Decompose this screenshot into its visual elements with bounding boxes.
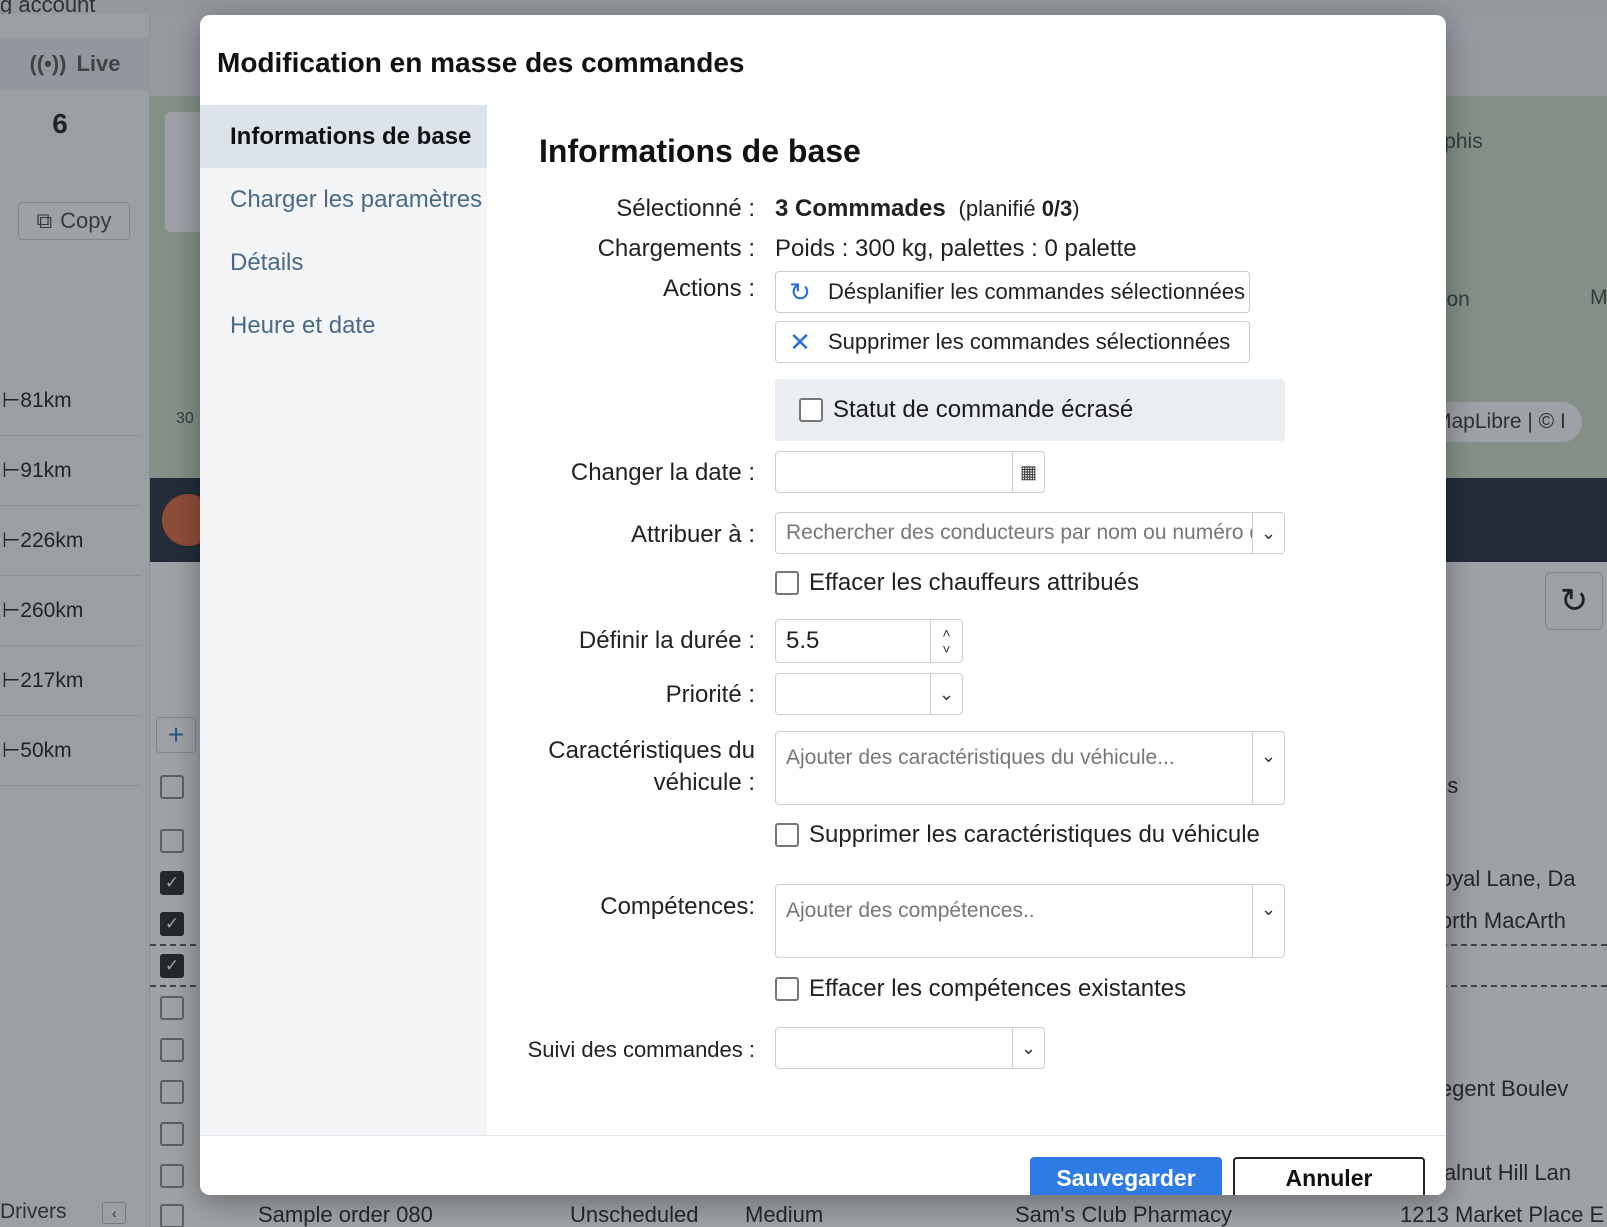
skills-select[interactable]: Ajouter des compétences.. ⌄: [775, 884, 1285, 958]
overwrite-status-label: Statut de commande écrasé: [833, 396, 1134, 423]
skills-label: Compétences:: [600, 893, 755, 920]
clear-skills-checkbox[interactable]: [775, 977, 799, 1001]
order-tracking-label: Suivi des commandes :: [527, 1037, 755, 1062]
chevron-down-icon[interactable]: ⌄: [930, 674, 962, 714]
clear-skills-row: Effacer les compétences existantes: [775, 975, 1186, 1003]
order-tracking-select[interactable]: ⌄: [775, 1027, 1045, 1069]
date-input[interactable]: [776, 452, 1012, 492]
calendar-icon[interactable]: ▦: [1012, 452, 1044, 492]
modal-sidebar-nav: Informations de base Charger les paramèt…: [200, 105, 487, 1135]
date-field[interactable]: ▦: [775, 451, 1045, 493]
nav-item-basic-info[interactable]: Informations de base: [200, 105, 487, 168]
modal-content: Informations de base Sélectionné : 3 Com…: [487, 105, 1446, 1135]
clear-drivers-row: Effacer les chauffeurs attribués: [775, 569, 1139, 597]
duration-label: Définir la durée :: [578, 627, 755, 654]
selected-count: 3 Commmades: [775, 195, 946, 222]
selected-value: 3 Commmades (planifié 0/3): [775, 195, 1080, 222]
clear-skills-label: Effacer les compétences existantes: [809, 975, 1187, 1002]
duration-stepper[interactable]: 5.5 ˄ ˅: [775, 619, 963, 663]
selected-label: Sélectionné :: [616, 195, 755, 222]
chevron-down-icon[interactable]: ⌄: [1252, 885, 1284, 957]
assign-to-label: Attribuer à :: [630, 521, 755, 548]
order-tracking-value[interactable]: [776, 1028, 1012, 1068]
modal-title: Modification en masse des commandes: [217, 47, 745, 78]
unplan-orders-label: Désplanifier les commandes sélectionnées: [828, 279, 1245, 304]
modal-footer: Sauvegarder Annuler: [200, 1135, 1446, 1195]
nav-item-time-date[interactable]: Heure et date: [200, 294, 487, 357]
cancel-button[interactable]: Annuler: [1233, 1157, 1425, 1195]
skills-placeholder[interactable]: Ajouter des compétences..: [776, 885, 1252, 957]
unplan-orders-button[interactable]: ↻ Désplanifier les commandes sélectionné…: [775, 271, 1250, 313]
clear-drivers-label: Effacer les chauffeurs attribués: [809, 569, 1139, 596]
priority-label: Priorité :: [665, 681, 755, 708]
remove-vehicle-features-label: Supprimer les caractéristiques du véhicu…: [809, 821, 1260, 848]
bulk-edit-modal: Modification en masse des commandes Info…: [200, 15, 1446, 1195]
remove-vehicle-features-checkbox[interactable]: [775, 823, 799, 847]
close-icon: ✕: [789, 326, 811, 357]
overwrite-status-checkbox[interactable]: [799, 398, 823, 422]
overwrite-status-box: Statut de commande écrasé: [775, 379, 1285, 441]
duration-input[interactable]: 5.5: [776, 620, 930, 662]
stepper-arrows-icon[interactable]: ˄ ˅: [930, 620, 962, 662]
priority-select[interactable]: ⌄: [775, 673, 963, 715]
planned-count: 0/3: [1041, 196, 1073, 221]
chevron-down-icon[interactable]: ⌄: [1252, 732, 1284, 804]
nav-item-load-settings[interactable]: Charger les paramètres: [200, 168, 487, 231]
loads-value: Poids : 300 kg, palettes : 0 palette: [775, 235, 1137, 262]
vehicle-features-label: Caractéristiques du véhicule :: [548, 737, 755, 796]
priority-value[interactable]: [776, 674, 930, 714]
chevron-down-icon[interactable]: ⌄: [1252, 513, 1284, 553]
change-date-label: Changer la date :: [570, 459, 755, 486]
chevron-down-icon[interactable]: ⌄: [1012, 1028, 1044, 1068]
remove-vehicle-features-row: Supprimer les caractéristiques du véhicu…: [775, 821, 1260, 849]
vehicle-features-placeholder[interactable]: Ajouter des caractéristiques du véhicule…: [776, 732, 1252, 804]
driver-search-placeholder[interactable]: Rechercher des conducteurs par nom ou nu…: [776, 513, 1252, 553]
nav-item-details[interactable]: Détails: [200, 231, 487, 294]
loads-label: Chargements :: [597, 235, 755, 262]
delete-orders-button[interactable]: ✕ Supprimer les commandes sélectionnées: [775, 321, 1250, 363]
actions-label: Actions :: [662, 275, 755, 302]
vehicle-features-select[interactable]: Ajouter des caractéristiques du véhicule…: [775, 731, 1285, 805]
section-title: Informations de base: [539, 133, 861, 169]
delete-orders-label: Supprimer les commandes sélectionnées: [828, 329, 1231, 354]
clear-drivers-checkbox[interactable]: [775, 571, 799, 595]
driver-search-select[interactable]: Rechercher des conducteurs par nom ou nu…: [775, 512, 1285, 554]
unplan-icon: ↻: [789, 276, 811, 307]
save-button[interactable]: Sauvegarder: [1030, 1157, 1222, 1195]
